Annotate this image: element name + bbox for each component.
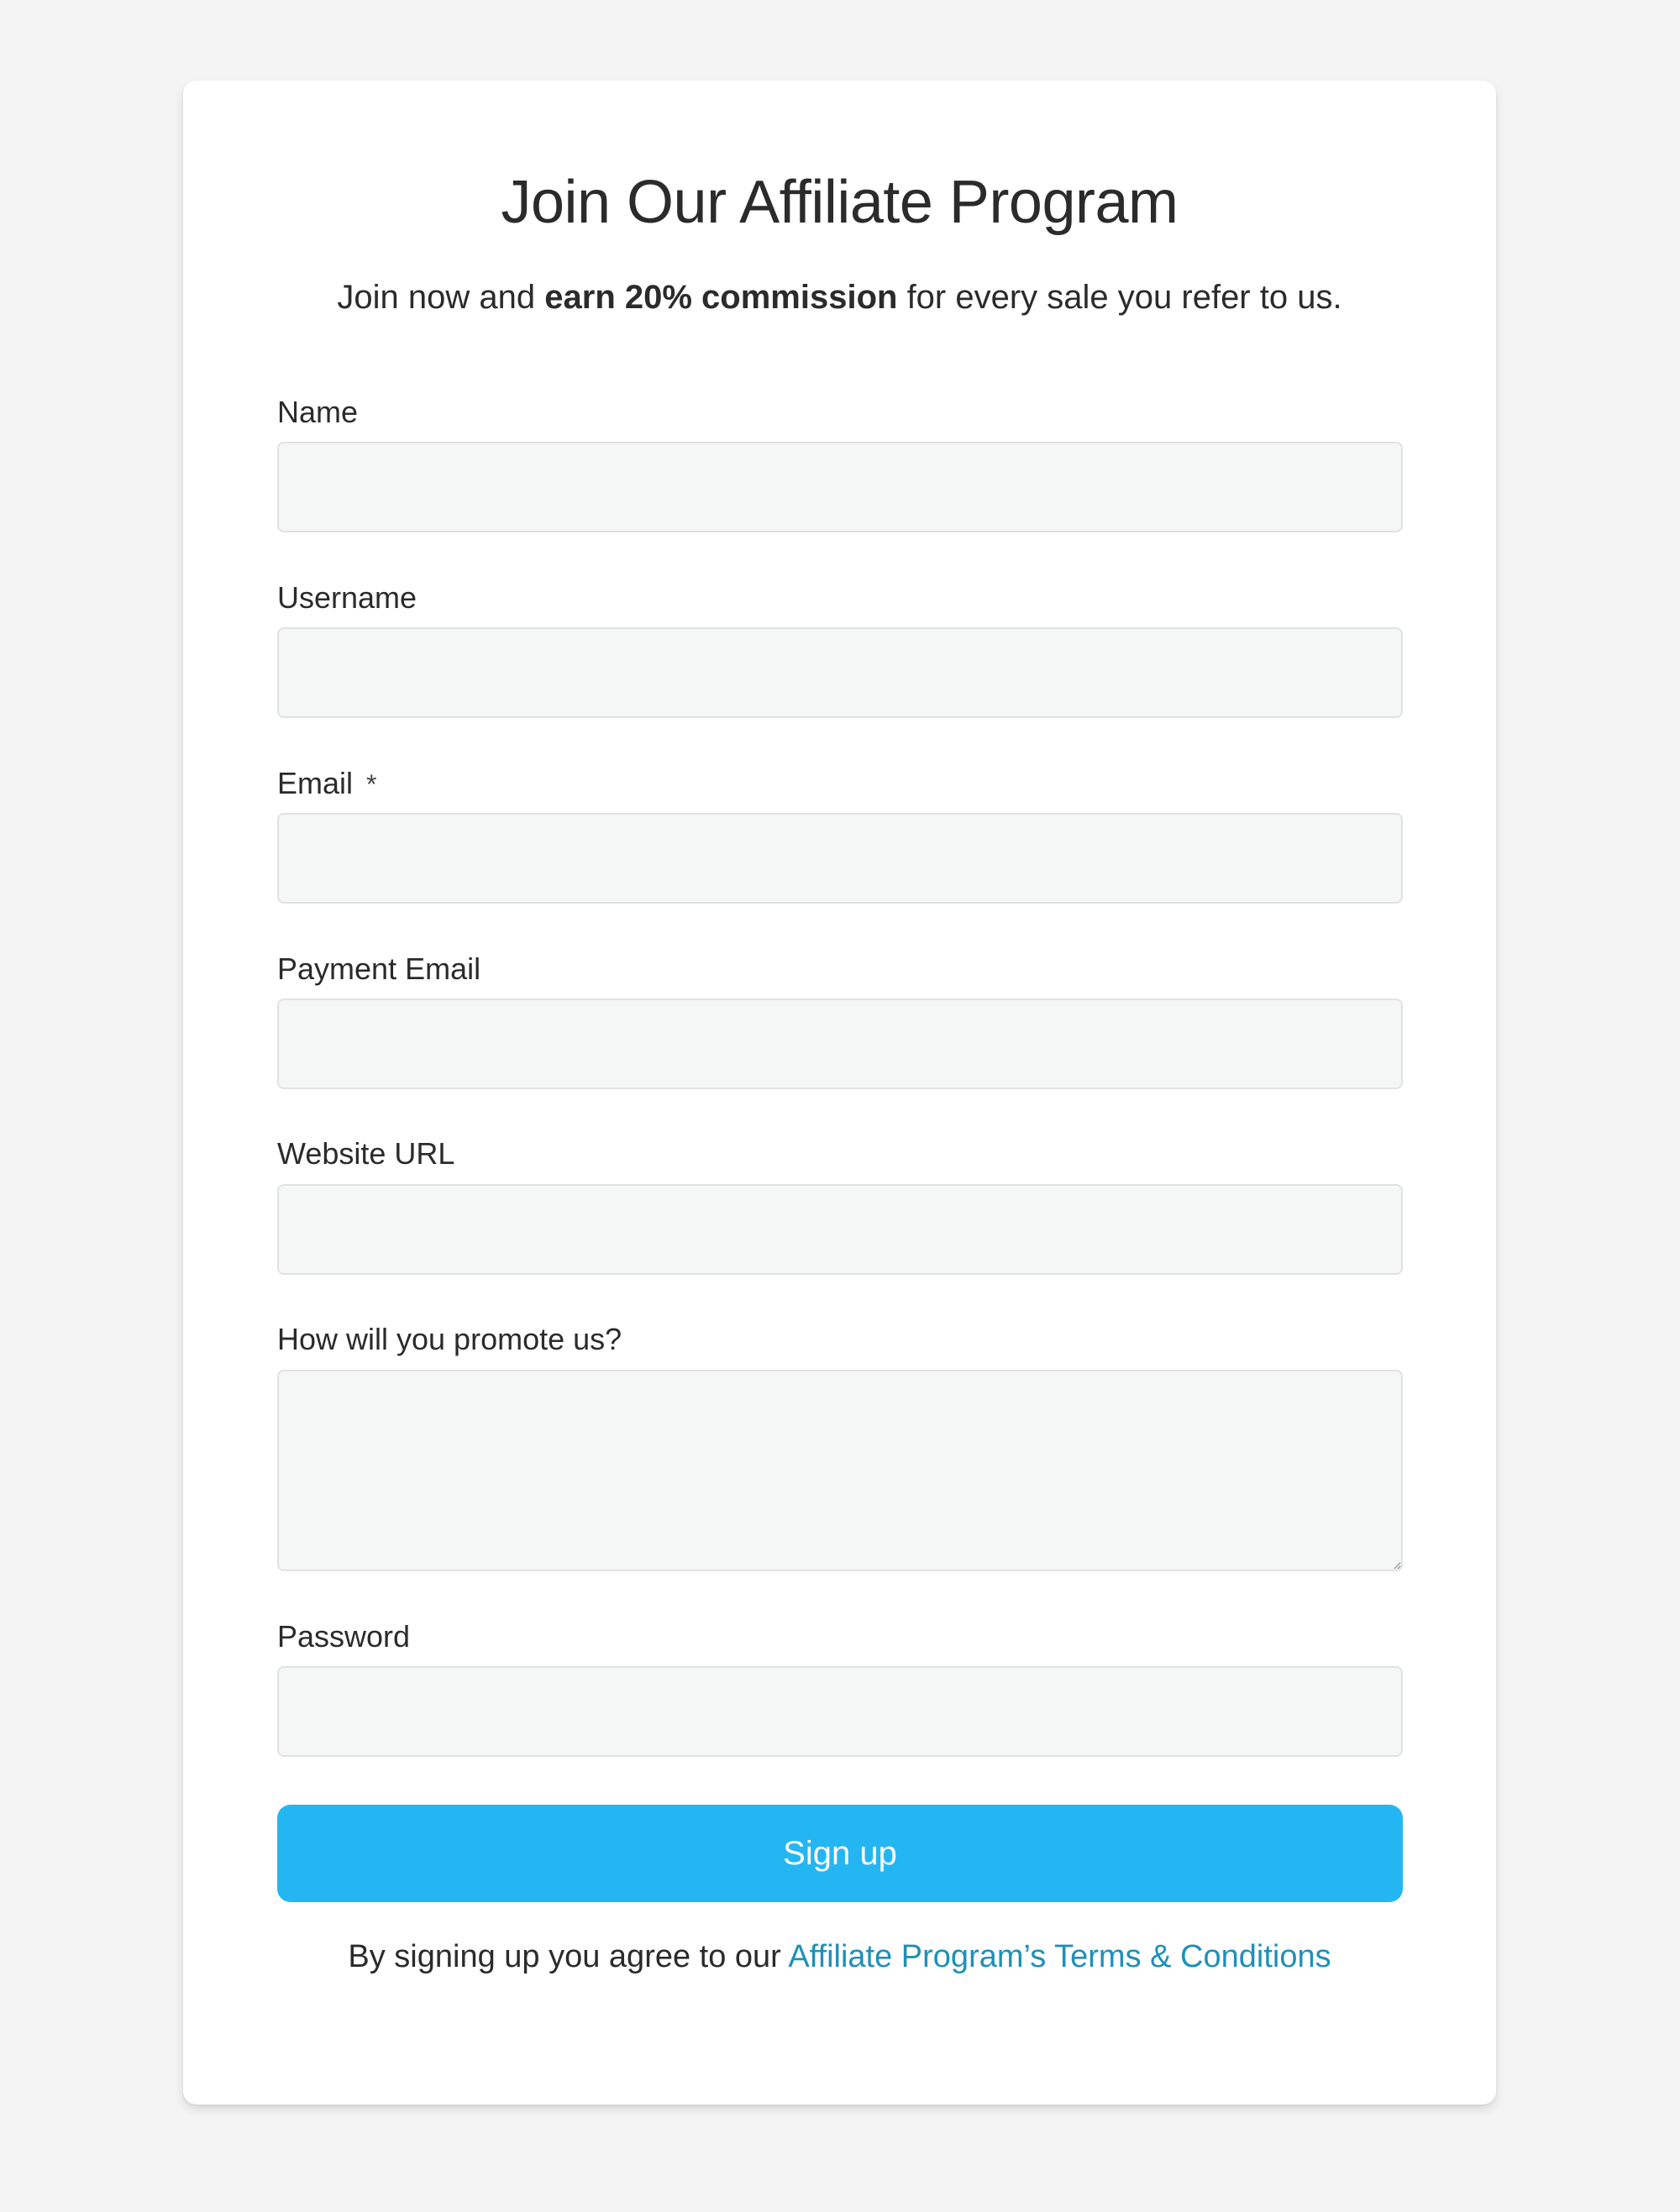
username-input[interactable] [277, 627, 1403, 718]
promotion-textarea[interactable] [277, 1370, 1403, 1571]
required-asterisk: * [366, 769, 377, 799]
website-url-label: Website URL [277, 1136, 455, 1171]
password-label: Password [277, 1619, 411, 1654]
terms-notice: By signing up you agree to our Affiliate… [183, 1939, 1496, 1975]
terms-prefix: By signing up you agree to our [348, 1939, 789, 1974]
email-label-row: Email * [277, 766, 376, 801]
signup-card: Join Our Affiliate Program Join now and … [183, 81, 1496, 2105]
email-input[interactable] [277, 813, 1403, 904]
terms-link[interactable]: Affiliate Program’s Terms & Conditions [788, 1939, 1331, 1974]
payment-email-input[interactable] [277, 999, 1403, 1089]
email-label: Email [277, 766, 354, 800]
name-label: Name [277, 395, 359, 429]
payment-email-label: Payment Email [277, 951, 481, 986]
commission-highlight: earn 20% commission [544, 279, 898, 316]
subtitle-suffix: for every sale you refer to us. [897, 279, 1342, 316]
website-url-input[interactable] [277, 1184, 1403, 1275]
name-input[interactable] [277, 442, 1403, 532]
subtitle-prefix: Join now and [337, 279, 545, 316]
sign-up-button[interactable]: Sign up [277, 1805, 1403, 1902]
subtitle: Join now and earn 20% commission for eve… [183, 279, 1496, 317]
promotion-label: How will you promote us? [277, 1322, 622, 1356]
username-label: Username [277, 580, 417, 615]
page-title: Join Our Affiliate Program [501, 169, 1179, 236]
password-input[interactable] [277, 1666, 1403, 1757]
